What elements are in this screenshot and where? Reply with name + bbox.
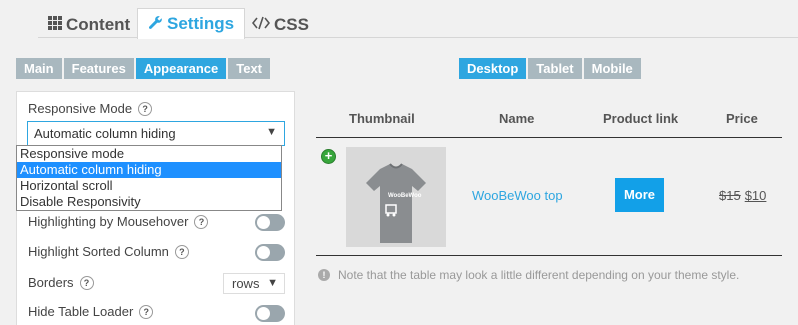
responsive-mode-label: Responsive Mode: [28, 101, 133, 116]
grid-icon: [48, 15, 62, 34]
theme-note: ! Note that the table may look a little …: [318, 268, 739, 282]
tab-css-label: CSS: [274, 14, 309, 34]
tab-content-label: Content: [66, 14, 131, 34]
tab-settings[interactable]: Settings: [137, 8, 246, 39]
column-header-price[interactable]: Price: [726, 111, 758, 126]
caret-down-icon: ▼: [267, 277, 278, 289]
dropdown-option-selected[interactable]: Automatic column hiding: [17, 162, 281, 178]
help-icon[interactable]: ?: [194, 214, 209, 229]
device-tab-desktop[interactable]: Desktop: [459, 58, 527, 79]
top-tab-bar: Content Settings CSS: [38, 6, 798, 39]
column-header-thumbnail[interactable]: Thumbnail: [349, 111, 415, 126]
borders-row: Borders ?: [28, 275, 94, 290]
device-tabs: Desktop Tablet Mobile: [459, 58, 641, 79]
highlight-sorted-row: Highlight Sorted Column ?: [28, 244, 189, 259]
wrench-icon: [148, 15, 163, 34]
column-header-name[interactable]: Name: [499, 111, 534, 126]
settings-subtabs: Main Features Appearance Text: [16, 58, 271, 79]
subtab-main[interactable]: Main: [16, 58, 62, 79]
product-thumbnail: WooBeWoo: [346, 147, 446, 247]
dropdown-option[interactable]: Disable Responsivity: [17, 194, 281, 210]
table-header: Thumbnail Name Product link Price: [316, 100, 782, 138]
subtab-text[interactable]: Text: [228, 58, 271, 79]
help-icon[interactable]: ?: [139, 304, 154, 319]
responsive-mode-value: Automatic column hiding: [34, 126, 176, 141]
subtab-features[interactable]: Features: [63, 58, 134, 79]
tab-css[interactable]: CSS: [242, 10, 319, 39]
borders-label: Borders: [28, 275, 74, 290]
code-icon: [251, 16, 271, 34]
device-tab-tablet[interactable]: Tablet: [528, 58, 582, 79]
tab-settings-label: Settings: [167, 14, 235, 33]
responsive-mode-select[interactable]: Automatic column hiding ▼: [27, 121, 285, 146]
subtab-appearance[interactable]: Appearance: [135, 58, 227, 79]
hide-loader-label: Hide Table Loader: [28, 304, 134, 319]
expand-row-icon[interactable]: +: [321, 149, 336, 164]
borders-value: rows: [232, 276, 260, 291]
column-header-product-link[interactable]: Product link: [603, 111, 678, 126]
shirt-print-text: WooBeWoo: [388, 193, 422, 199]
dropdown-option[interactable]: Horizontal scroll: [17, 178, 281, 194]
highlight-mouseover-row: Highlighting by Mousehover ?: [28, 214, 209, 229]
help-icon[interactable]: ?: [174, 244, 189, 259]
product-name-link[interactable]: WooBeWoo top: [472, 188, 563, 203]
borders-select[interactable]: rows ▼: [223, 273, 285, 294]
device-tab-mobile[interactable]: Mobile: [583, 58, 641, 79]
highlight-mouseover-label: Highlighting by Mousehover: [28, 214, 189, 229]
hide-loader-toggle[interactable]: [255, 305, 285, 322]
info-icon: !: [318, 269, 330, 281]
product-price: $15 $10: [719, 188, 766, 203]
tab-content[interactable]: Content: [38, 10, 140, 39]
highlight-sorted-label: Highlight Sorted Column: [28, 244, 169, 259]
responsive-mode-dropdown: Responsive mode Automatic column hiding …: [16, 145, 282, 211]
table-preview: Thumbnail Name Product link Price + WooB…: [316, 100, 782, 256]
sale-price: $10: [744, 188, 767, 203]
help-icon[interactable]: ?: [79, 275, 94, 290]
old-price: $15: [719, 188, 741, 203]
theme-note-text: Note that the table may look a little di…: [338, 268, 740, 282]
dropdown-option[interactable]: Responsive mode: [17, 146, 281, 162]
more-button[interactable]: More: [615, 178, 664, 212]
highlight-mouseover-toggle[interactable]: [255, 214, 285, 231]
help-icon[interactable]: ?: [138, 101, 153, 116]
table-row: + WooBeWoo WooBeWoo top More $15 $10: [316, 138, 782, 256]
caret-down-icon: ▼: [266, 126, 277, 138]
responsive-mode-row: Responsive Mode ?: [28, 101, 153, 116]
hide-loader-row: Hide Table Loader ?: [28, 304, 154, 319]
highlight-sorted-toggle[interactable]: [255, 244, 285, 261]
